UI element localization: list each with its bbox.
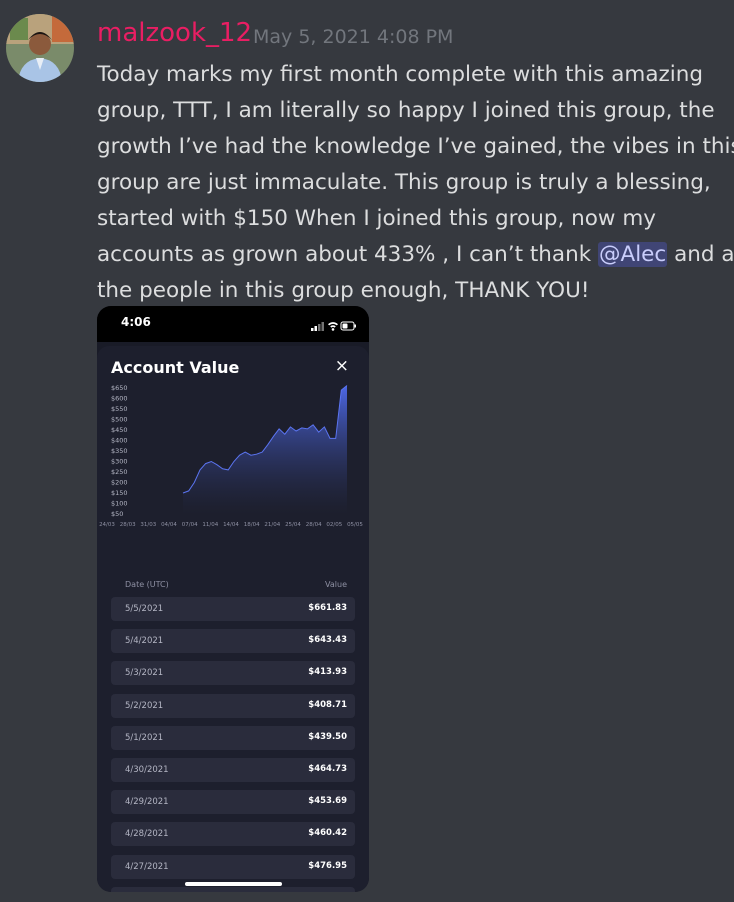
y-tick-label: $100 [111, 500, 128, 508]
row-date: 4/27/2021 [125, 861, 169, 872]
row-value: $439.50 [308, 731, 347, 742]
table-row: 5/1/2021 $439.50 [111, 725, 355, 750]
row-date: 5/4/2021 [125, 636, 164, 647]
close-icon[interactable]: × [335, 356, 349, 376]
table-row: 4/29/2021 $453.69 [111, 790, 355, 815]
author-name[interactable]: malzook_12 [97, 18, 252, 48]
row-date: 5/1/2021 [125, 732, 164, 743]
y-tick-label: $350 [111, 447, 128, 455]
y-tick-label: $500 [111, 416, 128, 424]
table-row: 4/26/2021$437.77 [111, 886, 355, 892]
y-tick-label: $150 [111, 489, 128, 497]
message-line: accounts as grown about 433% , I can’t t… [97, 242, 598, 267]
x-tick-label: 04/04 [161, 522, 177, 528]
row-date: 4/30/2021 [125, 765, 169, 775]
wifi-icon [328, 322, 338, 331]
x-tick-label: 24/03 [99, 522, 115, 528]
avatar[interactable] [6, 14, 74, 82]
home-indicator [185, 882, 282, 886]
message-line: the people in this group enough, THANK Y… [97, 278, 590, 303]
x-tick-label: 28/04 [306, 522, 322, 528]
y-tick-label: $400 [111, 437, 128, 445]
attached-screenshot[interactable]: 4:06 Account Value × $650 $600 $550 $500… [97, 306, 369, 892]
row-date: 5/5/2021 [125, 604, 164, 614]
account-value-chart: $650 $600 $550 $500 $450 $400 $350 $300 $250 $200… [99, 384, 363, 528]
row-date: 5/2/2021 [125, 700, 164, 711]
row-value: $643.43 [308, 635, 347, 646]
y-tick-label: $200 [111, 479, 128, 487]
table-row: 4/27/2021 $476.95 [111, 854, 355, 879]
y-tick-label: $600 [111, 395, 128, 403]
table-row: 5/4/2021 $643.43 [111, 629, 355, 654]
row-value: $464.73 [308, 764, 347, 774]
message-line: Today marks my first month complete with… [97, 62, 704, 87]
x-tick-label: 14/04 [223, 522, 239, 528]
user-mention[interactable]: @Alec [598, 242, 668, 267]
table-header: Date (UTC) Value [125, 580, 347, 589]
row-value: $661.83 [308, 603, 347, 613]
x-tick-label: 18/04 [244, 522, 260, 528]
row-date: 4/28/2021 [125, 829, 169, 840]
column-value: Value [325, 580, 347, 589]
series-area [183, 385, 347, 514]
phone-clock: 4:06 [121, 315, 151, 329]
table-row: 5/2/2021 $408.71 [111, 693, 355, 718]
row-value: $476.95 [308, 860, 347, 871]
x-tick-label: 05/05 [347, 522, 363, 528]
x-tick-label: 28/03 [120, 522, 136, 528]
x-tick-label: 02/05 [326, 522, 342, 528]
battery-icon [340, 321, 356, 331]
row-date: 5/3/2021 [125, 668, 164, 679]
x-tick-label: 31/03 [140, 522, 156, 528]
table-row: 5/5/2021 $661.83 [111, 597, 355, 621]
y-tick-label: $650 [111, 384, 128, 392]
table-row: 4/28/2021 $460.42 [111, 822, 355, 847]
table-row: 4/30/2021 $464.73 [111, 758, 355, 782]
y-tick-label: $250 [111, 468, 128, 476]
row-value: $413.93 [308, 667, 347, 678]
column-date: Date (UTC) [125, 580, 169, 589]
message-body: Today marks my first month complete with… [97, 57, 734, 309]
message-line: growth I’ve had the knowledge I’ve gaine… [97, 134, 734, 159]
message-line: group are just immaculate. This group is… [97, 170, 711, 195]
message-timestamp: May 5, 2021 4:08 PM [253, 26, 454, 48]
y-tick-label: $50 [111, 510, 123, 518]
row-value: $453.69 [308, 796, 347, 807]
phone-status-bar: 4:06 [97, 306, 369, 342]
row-date: 4/29/2021 [125, 797, 169, 808]
x-tick-label: 21/04 [264, 522, 280, 528]
row-value: $460.42 [308, 828, 347, 839]
y-tick-label: $300 [111, 458, 128, 466]
x-tick-label: 11/04 [202, 522, 218, 528]
row-value: $408.71 [308, 699, 347, 710]
account-value-sheet: Account Value × $650 $600 $550 $500 $450 $400… [97, 346, 369, 892]
status-icons [311, 317, 357, 336]
y-tick-label: $550 [111, 405, 128, 413]
signal-icon [311, 322, 324, 331]
x-tick-label: 07/04 [182, 522, 198, 528]
y-tick-label: $450 [111, 426, 128, 434]
sheet-title: Account Value [111, 358, 240, 377]
message-line: and all [674, 242, 734, 267]
message-line: group, TTT, I am literally so happy I jo… [97, 98, 715, 123]
message-line: started with $150 When I joined this gro… [97, 206, 657, 231]
x-tick-label: 25/04 [285, 522, 301, 528]
table-row: 5/3/2021 $413.93 [111, 661, 355, 686]
